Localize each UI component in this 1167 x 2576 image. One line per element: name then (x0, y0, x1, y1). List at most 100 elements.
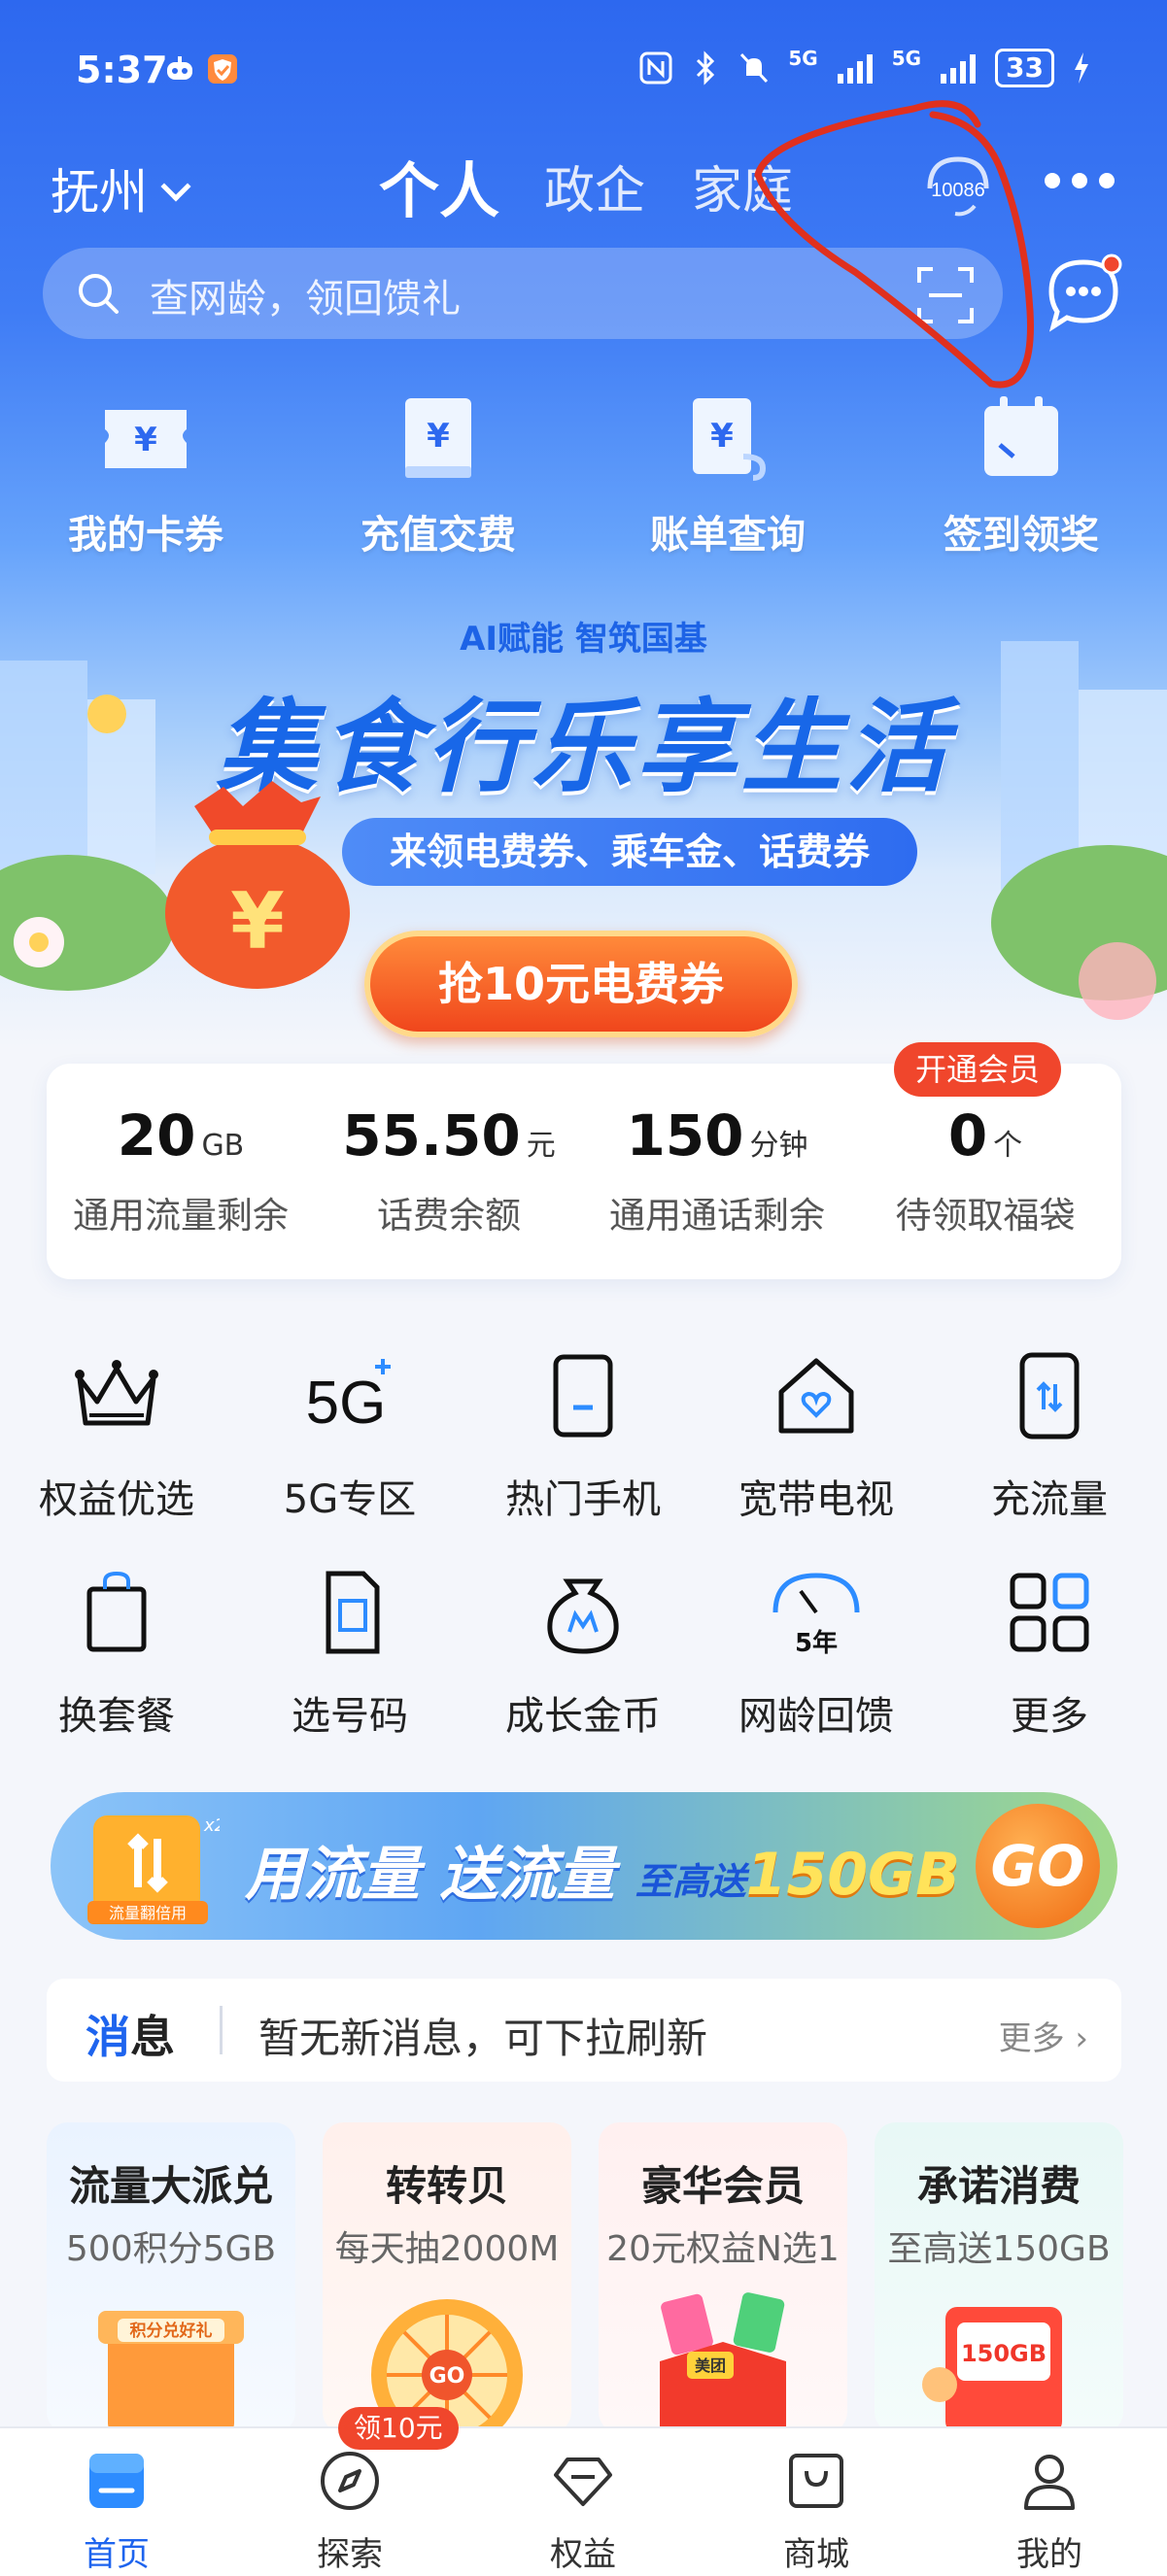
promo-banner[interactable]: AI赋能 智筑国基 集食行乐享生活 来领电费券、乘车金、话费券 ¥ 抢10元电费… (0, 593, 1167, 1049)
feature-subtitle: 20元权益N选1 (606, 2229, 840, 2269)
account-stats-card: 20 GB 通用流量剩余 55.50 元 话费余额 150 分钟 通用通话剩余 0个 … (47, 1042, 1121, 1279)
nav-home[interactable]: 首页 (19, 2446, 214, 2575)
stat-value: 20 (117, 1102, 196, 1169)
service-label: 充流量 (991, 1477, 1108, 1522)
nav-label: 商城 (783, 2535, 849, 2574)
feature-title: 承诺消费 (916, 2162, 1081, 2210)
multiplier-text: x2 (203, 1815, 220, 1836)
nav-benefits[interactable]: 权益 (486, 2446, 680, 2575)
nav-mall[interactable]: 商城 (719, 2446, 913, 2575)
service-label: 热门手机 (505, 1477, 661, 1522)
quick-recharge[interactable]: ¥ 充值交费 (346, 389, 531, 559)
nav-label: 探索 (317, 2535, 383, 2574)
feature-card-data-exchange[interactable]: 流量大派兑 500积分5GB 积分兑好礼 (47, 2122, 295, 2433)
quick-bill-query[interactable]: ¥ 账单查询 (635, 389, 820, 559)
service-label: 选号码 (292, 1694, 408, 1739)
stat-lucky-bags[interactable]: 0个 待领取福袋 (851, 1102, 1119, 1238)
service-label: 换套餐 (58, 1694, 175, 1739)
nfc-icon (639, 51, 672, 85)
bottom-nav: 首页 探索 权益 商城 我的 (0, 2426, 1167, 2576)
signal-icon-2 (941, 54, 977, 84)
service-loyalty-reward[interactable]: 5年 网龄回馈 (700, 1562, 933, 1741)
scan-icon[interactable] (915, 265, 976, 325)
stat-unit: 个 (993, 1129, 1023, 1163)
coupon-icon: ¥ (105, 410, 187, 468)
calendar-icon (984, 396, 1058, 476)
quick-my-coupons[interactable]: ¥ 我的卡券 (53, 389, 238, 559)
mute-icon (740, 52, 769, 84)
open-membership-badge[interactable]: 开通会员 (894, 1042, 1062, 1097)
service-growth-coins[interactable]: 成长金币 (466, 1562, 700, 1741)
stat-label: 通用流量剩余 (73, 1195, 289, 1237)
service-pick-number[interactable]: 选号码 (233, 1562, 466, 1741)
service-hot-phones[interactable]: 热门手机 (466, 1345, 700, 1524)
city-selector[interactable]: 抚州 (51, 153, 191, 223)
service-label: 宽带电视 (738, 1477, 894, 1522)
search-icon (79, 274, 119, 314)
feature-art-text: 美团 (695, 2356, 726, 2375)
feature-card-commitment[interactable]: 承诺消费 至高送150GB 150GB (875, 2122, 1123, 2433)
gauge-years: 5年 (795, 1628, 838, 1658)
stat-call-minutes[interactable]: 150 分钟 通用通话剩余 (583, 1102, 851, 1238)
promo-gb: 150GB (745, 1841, 961, 1909)
quick-label: 我的卡券 (68, 513, 223, 558)
quick-label: 签到领奖 (944, 513, 1099, 558)
message-bar[interactable]: 消息 暂无新消息，可下拉刷新 更多 › (47, 1979, 1121, 2082)
service-5g-zone[interactable]: 5G 5G专区 (233, 1345, 466, 1524)
promo-go-button[interactable]: GO (976, 1804, 1100, 1928)
more-options-icon[interactable] (1045, 173, 1115, 188)
tab-enterprise[interactable]: 政企 (544, 150, 645, 222)
service-change-plan[interactable]: 换套餐 (0, 1562, 233, 1741)
service-label: 5G专区 (283, 1477, 417, 1522)
stat-label: 通用通话剩余 (609, 1195, 825, 1237)
service-benefits[interactable]: 权益优选 (0, 1345, 233, 1524)
crown-icon (75, 1360, 158, 1426)
gauge-icon: 5年 (772, 1573, 860, 1658)
service-label: 更多 (1011, 1694, 1088, 1739)
message-more-link[interactable]: 更多 › (999, 2012, 1088, 2059)
nav-mine[interactable]: 我的 (952, 2446, 1147, 2575)
quick-label: 充值交费 (360, 513, 516, 558)
message-icon[interactable] (1042, 253, 1125, 336)
feature-card-spin[interactable]: 转转贝 每天抽2000M GO (323, 2122, 571, 2433)
recharge-icon: ¥ (405, 398, 471, 478)
feature-card-vip[interactable]: 豪华会员 20元权益N选1 美团 (599, 2122, 847, 2433)
tab-family[interactable]: 家庭 (692, 150, 793, 222)
tab-personal[interactable]: 个人 (379, 142, 499, 229)
promo-text: 用流量 送流量 至高送150GB (245, 1827, 960, 1912)
status-right: 5G 5G 33 (638, 47, 1091, 87)
service-broadband-tv[interactable]: 宽带电视 (700, 1345, 933, 1524)
quick-checkin[interactable]: 签到领奖 (929, 389, 1114, 559)
customer-service-icon[interactable]: 10086 (918, 146, 998, 223)
service-data-topup[interactable]: 充流量 (933, 1345, 1166, 1524)
gift-card-icon: 150GB (922, 2307, 1062, 2433)
stat-unit: 分钟 (749, 1129, 808, 1163)
promo-sub: 至高送 (635, 1860, 746, 1903)
robot-notification-icon (167, 56, 192, 80)
data-box-icon: x2 流量翻倍用 (87, 1815, 220, 1924)
signal-icon (837, 54, 873, 84)
svg-text:¥: ¥ (710, 417, 734, 456)
service-more[interactable]: 更多 (933, 1562, 1166, 1741)
stat-unit: GB (201, 1129, 245, 1163)
message-title: 消息 (86, 2002, 175, 2066)
feature-subtitle: 每天抽2000M (334, 2229, 560, 2269)
city-label: 抚州 (51, 164, 148, 220)
stat-label: 待领取福袋 (895, 1195, 1076, 1237)
feature-art-text: 积分兑好礼 (130, 2321, 213, 2341)
gift-box-icon: 积分兑好礼 (98, 2311, 244, 2433)
coin-pouch-icon (547, 1578, 619, 1654)
feature-art-text: 150GB (961, 2340, 1047, 2367)
data-promo-banner[interactable]: x2 流量翻倍用 用流量 送流量 至高送150GB GO (51, 1792, 1117, 1940)
stat-value: 0 (947, 1102, 988, 1169)
search-bar[interactable]: 查网龄，领回馈礼 (43, 248, 1003, 339)
nav-label: 我的 (1016, 2535, 1082, 2574)
stat-data-remaining[interactable]: 20 GB 通用流量剩余 (47, 1102, 315, 1238)
nav-explore[interactable]: 探索 (253, 2446, 447, 2575)
feature-subtitle: 至高送150GB (887, 2229, 1111, 2269)
banner-subtitle: 来领电费券、乘车金、话费券 (342, 818, 917, 886)
5g-text: 5G (306, 1370, 387, 1437)
grab-coupon-button[interactable]: 抢10元电费券 (364, 931, 798, 1037)
stat-balance[interactable]: 55.50 元 话费余额 (315, 1102, 583, 1238)
phone-data-icon (1019, 1352, 1080, 1440)
